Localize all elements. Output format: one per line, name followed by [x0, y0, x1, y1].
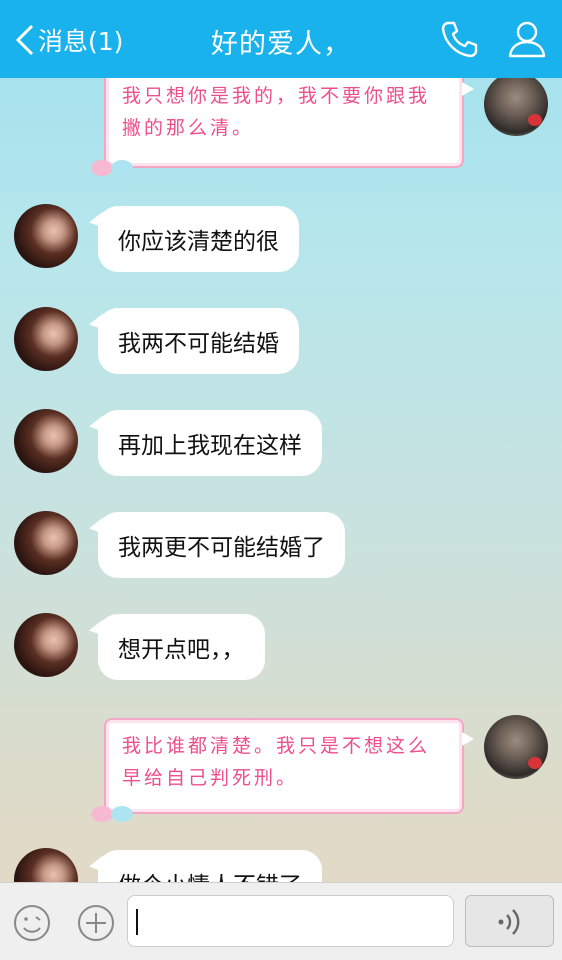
message-text: 你应该清楚的很: [118, 229, 279, 255]
message-bubble[interactable]: 想开点吧，，: [98, 614, 265, 680]
phone-icon: [441, 21, 478, 58]
plus-icon: [78, 905, 114, 941]
message-text: 想开点吧，，: [118, 637, 245, 663]
my-avatar[interactable]: [14, 204, 78, 268]
message-text: 我两更不可能结婚了: [118, 535, 325, 561]
my-avatar[interactable]: [14, 511, 78, 575]
profile-button[interactable]: [506, 18, 548, 60]
teacup-icon: [91, 806, 133, 822]
more-button[interactable]: [76, 903, 116, 943]
message-input[interactable]: [127, 895, 454, 947]
message-text: 做个小情人不错了: [118, 866, 302, 882]
header-bar: 消息(1) 好的爱人，: [0, 0, 562, 78]
contact-avatar[interactable]: [484, 715, 548, 779]
my-avatar[interactable]: [14, 848, 78, 882]
text-caret: [136, 909, 138, 935]
message-text: 我只想你是我的，我不要你跟我撇的那么清。: [122, 85, 431, 139]
message-text: 再加上我现在这样: [118, 433, 302, 459]
message-text: 我两不可能结婚: [118, 331, 279, 357]
voice-button[interactable]: [465, 895, 554, 947]
teacup-icon: [91, 160, 133, 176]
message-bubble[interactable]: 我两不可能结婚: [98, 308, 299, 374]
message-bubble[interactable]: 我只想你是我的，我不要你跟我撇的那么清。: [91, 78, 474, 176]
my-avatar[interactable]: [14, 307, 78, 371]
message-bubble[interactable]: 你应该清楚的很: [98, 206, 299, 272]
contact-avatar[interactable]: [484, 78, 548, 136]
message-bubble[interactable]: 做个小情人不错了: [98, 850, 322, 882]
call-button[interactable]: [438, 18, 480, 60]
emoji-icon: [14, 905, 50, 941]
my-avatar[interactable]: [14, 409, 78, 473]
message-bubble[interactable]: 我两更不可能结婚了: [98, 512, 345, 578]
my-avatar[interactable]: [14, 613, 78, 677]
emoji-button[interactable]: [12, 903, 52, 943]
input-bar: [0, 882, 562, 960]
message-list[interactable]: 我只想你是我的，我不要你跟我撇的那么清。 你应该清楚的很 我两不可能结婚 再加上…: [0, 78, 562, 882]
user-icon: [508, 21, 546, 58]
message-bubble[interactable]: 我比谁都清楚。我只是不想这么早给自己判死刑。: [91, 718, 474, 822]
voice-icon: [498, 909, 520, 935]
message-bubble[interactable]: 再加上我现在这样: [98, 410, 322, 476]
message-text: 我比谁都清楚。我只是不想这么早给自己判死刑。: [122, 735, 431, 789]
